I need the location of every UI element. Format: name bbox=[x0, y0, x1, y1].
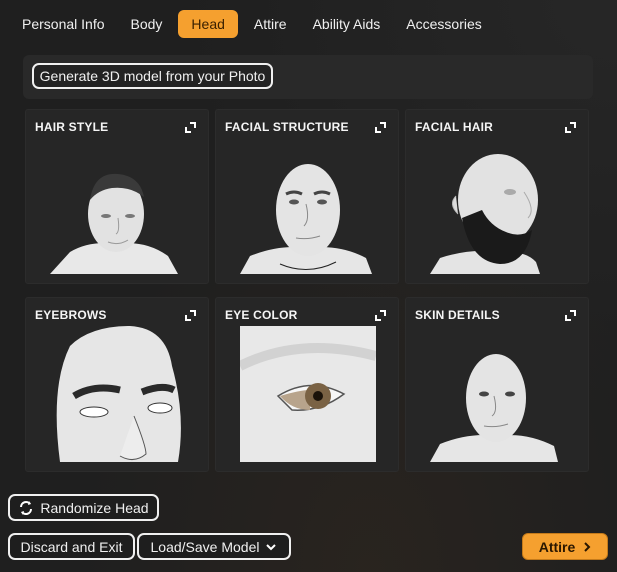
card-title: HAIR STYLE bbox=[35, 120, 109, 134]
card-hair-style[interactable]: HAIR STYLE bbox=[25, 109, 209, 284]
head-skin-image bbox=[430, 326, 566, 462]
randomize-head-button[interactable]: Randomize Head bbox=[8, 494, 159, 521]
chevron-right-icon bbox=[584, 541, 591, 552]
card-title: EYE COLOR bbox=[225, 308, 298, 322]
card-title: SKIN DETAILS bbox=[415, 308, 500, 322]
card-title: EYEBROWS bbox=[35, 308, 107, 322]
expand-icon[interactable] bbox=[565, 310, 576, 321]
card-facial-structure[interactable]: FACIAL STRUCTURE bbox=[215, 109, 399, 284]
expand-icon[interactable] bbox=[375, 122, 386, 133]
card-title: FACIAL HAIR bbox=[415, 120, 493, 134]
chevron-down-icon bbox=[266, 543, 277, 550]
eye-closeup-image bbox=[240, 326, 376, 462]
bald-head-front-image bbox=[240, 152, 376, 274]
tab-bar: Personal Info Body Head Attire Ability A… bbox=[12, 10, 498, 38]
refresh-icon bbox=[20, 500, 33, 515]
next-attire-label: Attire bbox=[538, 538, 576, 555]
card-eyebrows[interactable]: EYEBROWS bbox=[25, 297, 209, 472]
eyebrows-closeup-image bbox=[50, 326, 186, 462]
card-skin-details[interactable]: SKIN DETAILS bbox=[405, 297, 589, 472]
tab-head[interactable]: Head bbox=[178, 10, 238, 38]
card-facial-hair[interactable]: FACIAL HAIR bbox=[405, 109, 589, 284]
expand-icon[interactable] bbox=[375, 310, 386, 321]
tab-attire[interactable]: Attire bbox=[244, 10, 297, 38]
discard-and-exit-button[interactable]: Discard and Exit bbox=[8, 533, 135, 560]
expand-icon[interactable] bbox=[185, 310, 196, 321]
randomize-head-label: Randomize Head bbox=[40, 499, 149, 516]
generate-from-photo-button[interactable]: Generate 3D model from your Photo bbox=[32, 63, 273, 89]
card-eye-color[interactable]: EYE COLOR bbox=[215, 297, 399, 472]
load-save-model-label: Load/Save Model bbox=[150, 538, 260, 555]
next-attire-button[interactable]: Attire bbox=[522, 533, 608, 560]
tab-ability-aids[interactable]: Ability Aids bbox=[303, 10, 391, 38]
expand-icon[interactable] bbox=[565, 122, 576, 133]
tab-personal-info[interactable]: Personal Info bbox=[12, 10, 115, 38]
tab-accessories[interactable]: Accessories bbox=[396, 10, 491, 38]
tab-body[interactable]: Body bbox=[121, 10, 173, 38]
load-save-model-dropdown[interactable]: Load/Save Model bbox=[137, 533, 291, 560]
generate-bar: Generate 3D model from your Photo bbox=[23, 55, 593, 99]
head-with-beard-image bbox=[430, 152, 566, 274]
head-with-short-hair-image bbox=[50, 152, 186, 274]
expand-icon[interactable] bbox=[185, 122, 196, 133]
card-title: FACIAL STRUCTURE bbox=[225, 120, 349, 134]
